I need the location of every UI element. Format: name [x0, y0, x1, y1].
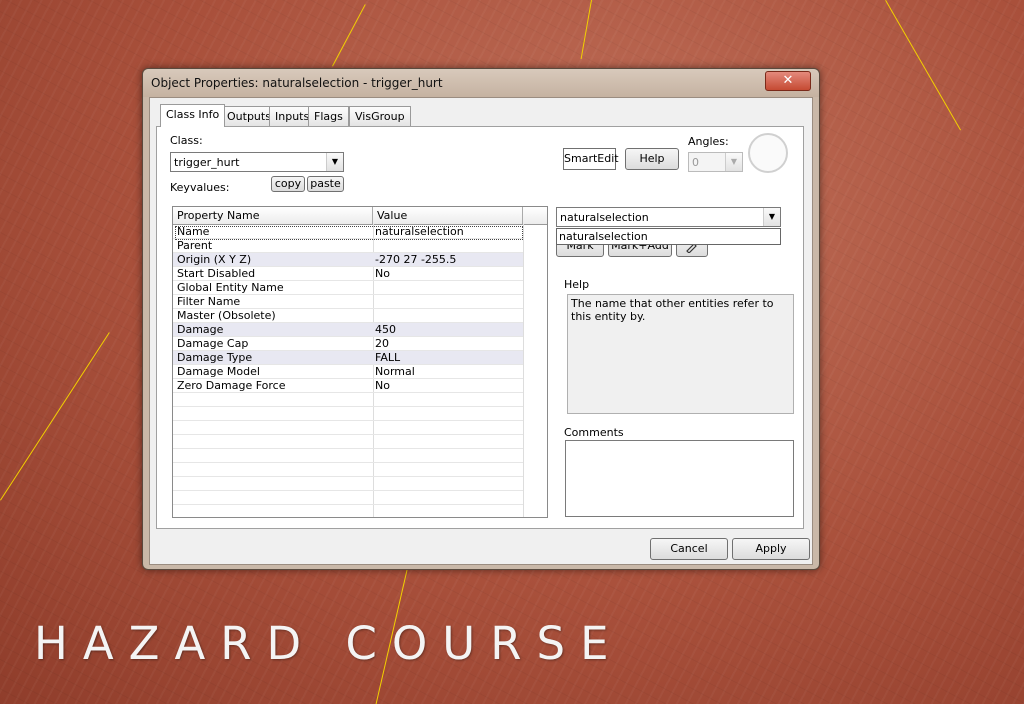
window-title: Object Properties: naturalselection - tr… — [151, 76, 443, 90]
table-row[interactable] — [173, 435, 523, 449]
keyvalues-label: Keyvalues: — [170, 181, 230, 194]
angles-label: Angles: — [688, 135, 729, 148]
property-value-cell: No — [375, 267, 390, 280]
smartedit-toggle[interactable]: SmartEdit — [563, 148, 619, 170]
class-select-value: trigger_hurt — [174, 156, 240, 169]
property-name-cell: Master (Obsolete) — [177, 309, 276, 322]
property-value-cell: Normal — [375, 365, 415, 378]
cancel-button[interactable]: Cancel — [650, 538, 728, 560]
help-text: The name that other entities refer to th… — [571, 297, 774, 323]
column-header-property-name[interactable]: Property Name — [173, 207, 373, 224]
paste-button[interactable]: paste — [307, 176, 344, 192]
property-name-cell: Zero Damage Force — [177, 379, 286, 392]
property-name-cell: Filter Name — [177, 295, 241, 308]
dropdown-item[interactable]: naturalselection — [559, 230, 648, 243]
property-name-cell: Origin (X Y Z) — [177, 253, 252, 266]
table-row[interactable]: Zero Damage Force No — [173, 379, 523, 393]
column-header-value[interactable]: Value — [373, 207, 523, 224]
property-name-cell: Damage Type — [177, 351, 253, 364]
table-row[interactable]: Damage Type FALL — [173, 351, 523, 365]
value-combo[interactable]: naturalselection ▼ — [556, 207, 781, 227]
tab-visgroup[interactable]: VisGroup — [349, 106, 411, 126]
table-row[interactable]: Parent — [173, 239, 523, 253]
chevron-down-icon[interactable]: ▼ — [763, 208, 780, 226]
table-row[interactable] — [173, 449, 523, 463]
class-select[interactable]: trigger_hurt ▼ — [170, 152, 344, 172]
table-row[interactable]: Damage Cap 20 — [173, 337, 523, 351]
table-row[interactable] — [173, 393, 523, 407]
dialog-client-area: Class Info Outputs Inputs Flags VisGroup… — [149, 97, 813, 565]
apply-button[interactable]: Apply — [732, 538, 810, 560]
column-divider — [523, 224, 524, 517]
help-box: The name that other entities refer to th… — [567, 294, 794, 414]
property-value-cell: 450 — [375, 323, 396, 336]
help-button[interactable]: Help — [625, 148, 679, 170]
properties-grid: Property Name Value Name naturalselection… — [172, 206, 548, 518]
class-label: Class: — [170, 134, 203, 147]
table-row[interactable]: Global Entity Name — [173, 281, 523, 295]
property-name-cell: Damage Model — [177, 365, 260, 378]
selected-row-focus — [175, 226, 523, 240]
table-row[interactable]: Damage Model Normal — [173, 365, 523, 379]
table-row[interactable] — [173, 477, 523, 491]
title-bar[interactable]: Object Properties: naturalselection - tr… — [143, 69, 819, 97]
table-row[interactable]: Origin (X Y Z) -270 27 -255.5 — [173, 253, 523, 267]
help-label: Help — [564, 278, 590, 291]
property-name-cell: Damage — [177, 323, 224, 336]
table-row[interactable] — [173, 491, 523, 505]
table-row[interactable] — [173, 463, 523, 477]
property-value-cell: FALL — [375, 351, 401, 364]
value-dropdown-list: naturalselection — [556, 228, 781, 245]
property-value-cell: -270 27 -255.5 — [375, 253, 457, 266]
angle-dial[interactable] — [748, 133, 788, 173]
property-name-cell: Start Disabled — [177, 267, 256, 280]
table-row[interactable]: Master (Obsolete) — [173, 309, 523, 323]
table-row[interactable] — [173, 421, 523, 435]
comments-textarea[interactable] — [565, 440, 794, 517]
yellow-guide-line — [0, 332, 110, 501]
tab-flags[interactable]: Flags — [308, 106, 349, 126]
grid-header: Property Name Value — [173, 207, 547, 225]
angles-select-value: 0 — [692, 156, 699, 169]
table-row[interactable]: Filter Name — [173, 295, 523, 309]
copy-button[interactable]: copy — [271, 176, 305, 192]
property-name-cell: Global Entity Name — [177, 281, 284, 294]
yellow-guide-line — [885, 0, 961, 131]
table-row[interactable] — [173, 407, 523, 421]
tab-class-info[interactable]: Class Info — [160, 104, 226, 127]
chevron-down-icon[interactable]: ▼ — [326, 153, 343, 171]
property-value-cell: No — [375, 379, 390, 392]
table-row[interactable]: Start Disabled No — [173, 267, 523, 281]
object-properties-dialog: Object Properties: naturalselection - tr… — [142, 68, 820, 570]
property-name-cell: Parent — [177, 239, 213, 252]
comments-label: Comments — [564, 426, 624, 439]
property-value-cell: 20 — [375, 337, 389, 350]
angles-select[interactable]: 0 ▼ — [688, 152, 743, 172]
yellow-guide-line — [332, 4, 366, 67]
yellow-guide-line — [580, 0, 592, 60]
close-button[interactable]: ✕ — [765, 71, 811, 91]
value-combo-text: naturalselection — [560, 211, 649, 224]
property-name-cell: Damage Cap — [177, 337, 249, 350]
hazard-course-logo: HAZARD COURSE — [34, 617, 624, 670]
chevron-down-icon[interactable]: ▼ — [725, 153, 742, 171]
table-row[interactable]: Damage 450 — [173, 323, 523, 337]
